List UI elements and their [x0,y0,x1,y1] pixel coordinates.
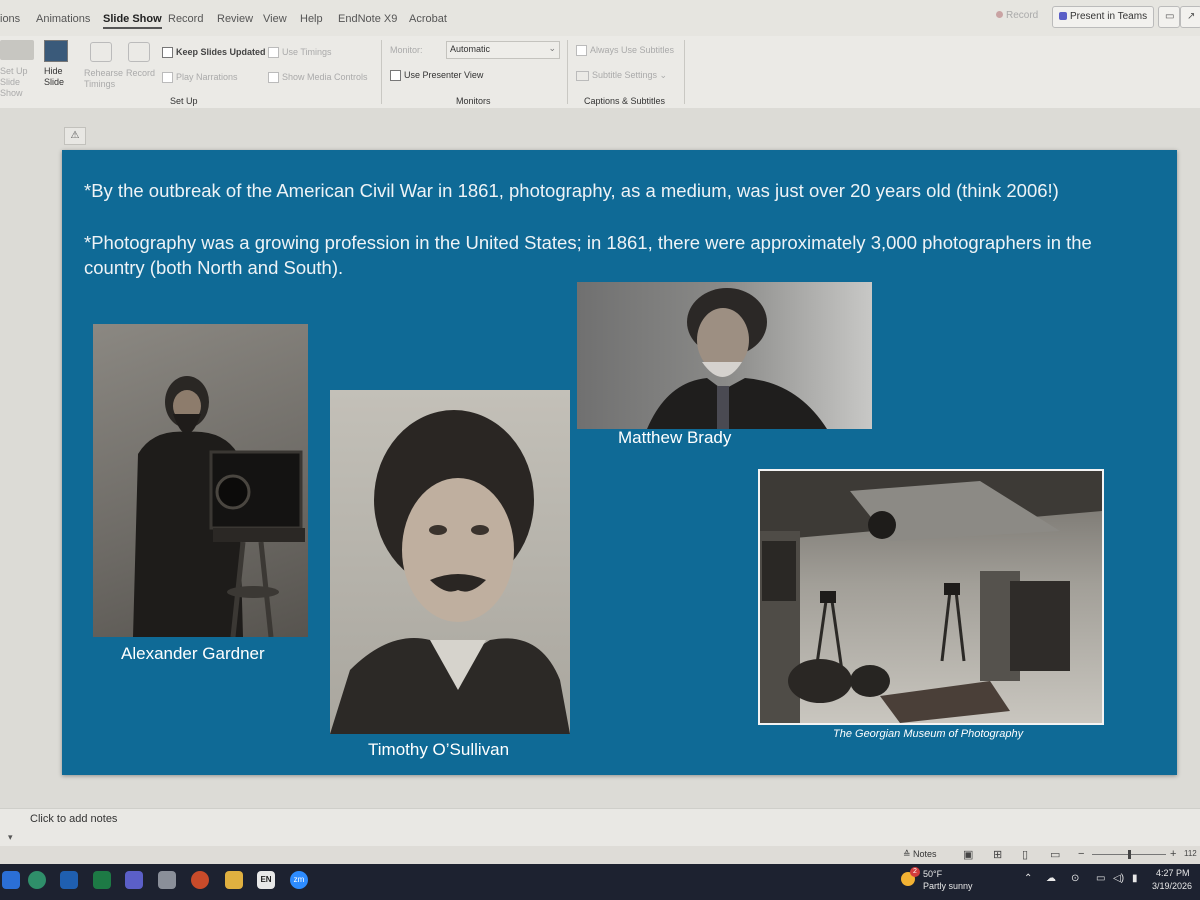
notes-collapse-icon[interactable]: ▾ [8,832,13,843]
record-dot-icon [996,11,1003,18]
group-label-setup: Set Up [170,96,198,106]
file-explorer-icon[interactable] [225,871,243,889]
ribbon-separator [567,40,568,104]
microphone-icon[interactable]: ⊙ [1071,873,1079,884]
tab-record[interactable]: Record [168,13,203,25]
en-app-icon[interactable]: EN [257,871,275,889]
photo-timothy-osullivan[interactable] [330,390,570,734]
caption-museum-credit: The Georgian Museum of Photography [833,728,1024,740]
photo-photography-studio[interactable] [758,469,1104,725]
always-use-subtitles-checkbox[interactable]: Always Use Subtitles [576,45,674,57]
display-icon[interactable]: ▭ [1096,873,1105,884]
present-in-teams-button[interactable]: Present in Teams [1052,6,1155,28]
accessibility-icon[interactable]: ⚠ [64,127,86,145]
tab-endnote[interactable]: EndNote X9 [338,13,397,25]
checkbox-icon [268,72,279,84]
checkbox-icon [268,47,279,59]
ribbon-separator [684,40,685,104]
weather-badge: 2 [910,867,920,877]
use-presenter-view-checkbox[interactable]: Use Presenter View [390,70,483,82]
gardner-figure-graphic [133,376,305,637]
tab-transitions[interactable]: ions [0,13,20,25]
photo-alexander-gardner[interactable] [93,324,308,637]
cloud-icon[interactable]: ☁ [1046,873,1056,884]
rehearse-timings-button[interactable]: Rehearse Timings [84,68,126,90]
ribbon-tab-bar: ions Animations Slide Show Record Review… [0,0,1200,36]
checkbox-icon [162,72,173,84]
monitor-select[interactable]: Automatic ⌄ [446,41,560,59]
rehearse-timings-icon [90,42,112,62]
zoom-app-icon[interactable]: zm [290,871,308,889]
teams-icon [1059,12,1067,21]
ribbon-separator [381,40,382,104]
normal-view-icon[interactable]: ▣ [963,848,973,861]
battery-icon[interactable]: ▮ [1132,873,1138,884]
brady-portrait-graphic [647,288,827,429]
slide-paragraph-1: *By the outbreak of the American Civil W… [84,180,1059,201]
tab-help[interactable]: Help [300,13,323,25]
hide-slide-icon [44,40,68,62]
hide-slide-button[interactable]: Hide Slide [44,66,70,88]
share-icon[interactable]: ↗ [1180,6,1200,28]
reading-view-icon[interactable]: ▯ [1022,848,1028,861]
slide-sorter-icon[interactable]: ⊞ [993,848,1002,861]
monitor-label: Monitor: [390,45,423,55]
tab-acrobat[interactable]: Acrobat [409,13,447,25]
tab-animations[interactable]: Animations [36,13,90,25]
chevron-down-icon: ⌄ [548,43,556,53]
studio-interior-graphic [760,471,1102,723]
tab-slide-show[interactable]: Slide Show [103,13,162,29]
chevron-up-icon[interactable]: ⌃ [1024,873,1032,884]
keep-slides-updated-checkbox[interactable]: Keep Slides Updated [162,47,266,59]
weather-temperature: 50°F [923,869,943,879]
teams-taskbar-icon[interactable] [125,871,143,889]
caption-timothy-osullivan: Timothy O’Sullivan [368,740,510,759]
checkbox-icon [390,70,401,82]
photo-matthew-brady[interactable] [577,282,872,429]
clock-time[interactable]: 4:27 PM [1156,868,1190,878]
record-button[interactable]: Record [990,6,1044,26]
group-label-monitors: Monitors [456,96,491,106]
zoom-slider-thumb[interactable] [1128,850,1131,859]
zoom-slider[interactable] [1092,850,1166,859]
group-label-captions: Captions & Subtitles [584,96,666,106]
notes-toggle[interactable]: ≙ Notes [903,849,937,860]
slide-paragraph-2: *Photography was a growing profession in… [84,232,1092,278]
caption-alexander-gardner: Alexander Gardner [121,644,265,663]
edge-icon[interactable] [28,871,46,889]
record-slideshow-icon [128,42,150,62]
calculator-icon[interactable] [158,871,176,889]
checkbox-icon [576,45,587,57]
notes-pane[interactable]: Click to add notes [0,808,1200,847]
checkbox-icon [162,47,173,59]
weather-description: Partly sunny [923,881,973,891]
tab-view[interactable]: View [263,13,287,25]
zoom-level[interactable]: 112 [1184,849,1197,858]
tab-review[interactable]: Review [217,13,253,25]
slide[interactable]: *By the outbreak of the American Civil W… [62,150,1177,775]
play-narrations-checkbox[interactable]: Play Narrations [162,72,238,84]
subtitle-settings-button[interactable]: Subtitle Settings ⌄ [576,70,667,81]
excel-icon[interactable] [93,871,111,889]
setup-slide-show-button[interactable]: Set Up Slide Show [0,66,34,99]
start-icon[interactable] [2,871,20,889]
comments-icon[interactable]: ▭ [1158,6,1180,28]
zoom-in-icon[interactable]: + [1170,848,1176,860]
use-timings-checkbox[interactable]: Use Timings [268,47,332,59]
outlook-icon[interactable] [60,871,78,889]
status-bar: ≙ Notes ▣ ⊞ ▯ ▭ − + 112 [0,846,1200,864]
show-media-controls-checkbox[interactable]: Show Media Controls [268,72,368,84]
powerpoint-icon[interactable] [191,871,209,889]
clock-date[interactable]: 3/19/2026 [1152,881,1192,891]
caption-matthew-brady: Matthew Brady [618,428,732,447]
record-slideshow-button[interactable]: Record [126,68,155,78]
windows-taskbar [0,864,1200,900]
volume-icon[interactable]: ◁) [1113,873,1124,884]
subtitle-icon [576,70,589,81]
setup-slideshow-icon [0,40,34,60]
notes-placeholder: Click to add notes [30,813,118,825]
zoom-out-icon[interactable]: − [1078,848,1084,860]
osullivan-portrait-graphic [330,410,570,734]
slideshow-view-icon[interactable]: ▭ [1050,848,1060,861]
